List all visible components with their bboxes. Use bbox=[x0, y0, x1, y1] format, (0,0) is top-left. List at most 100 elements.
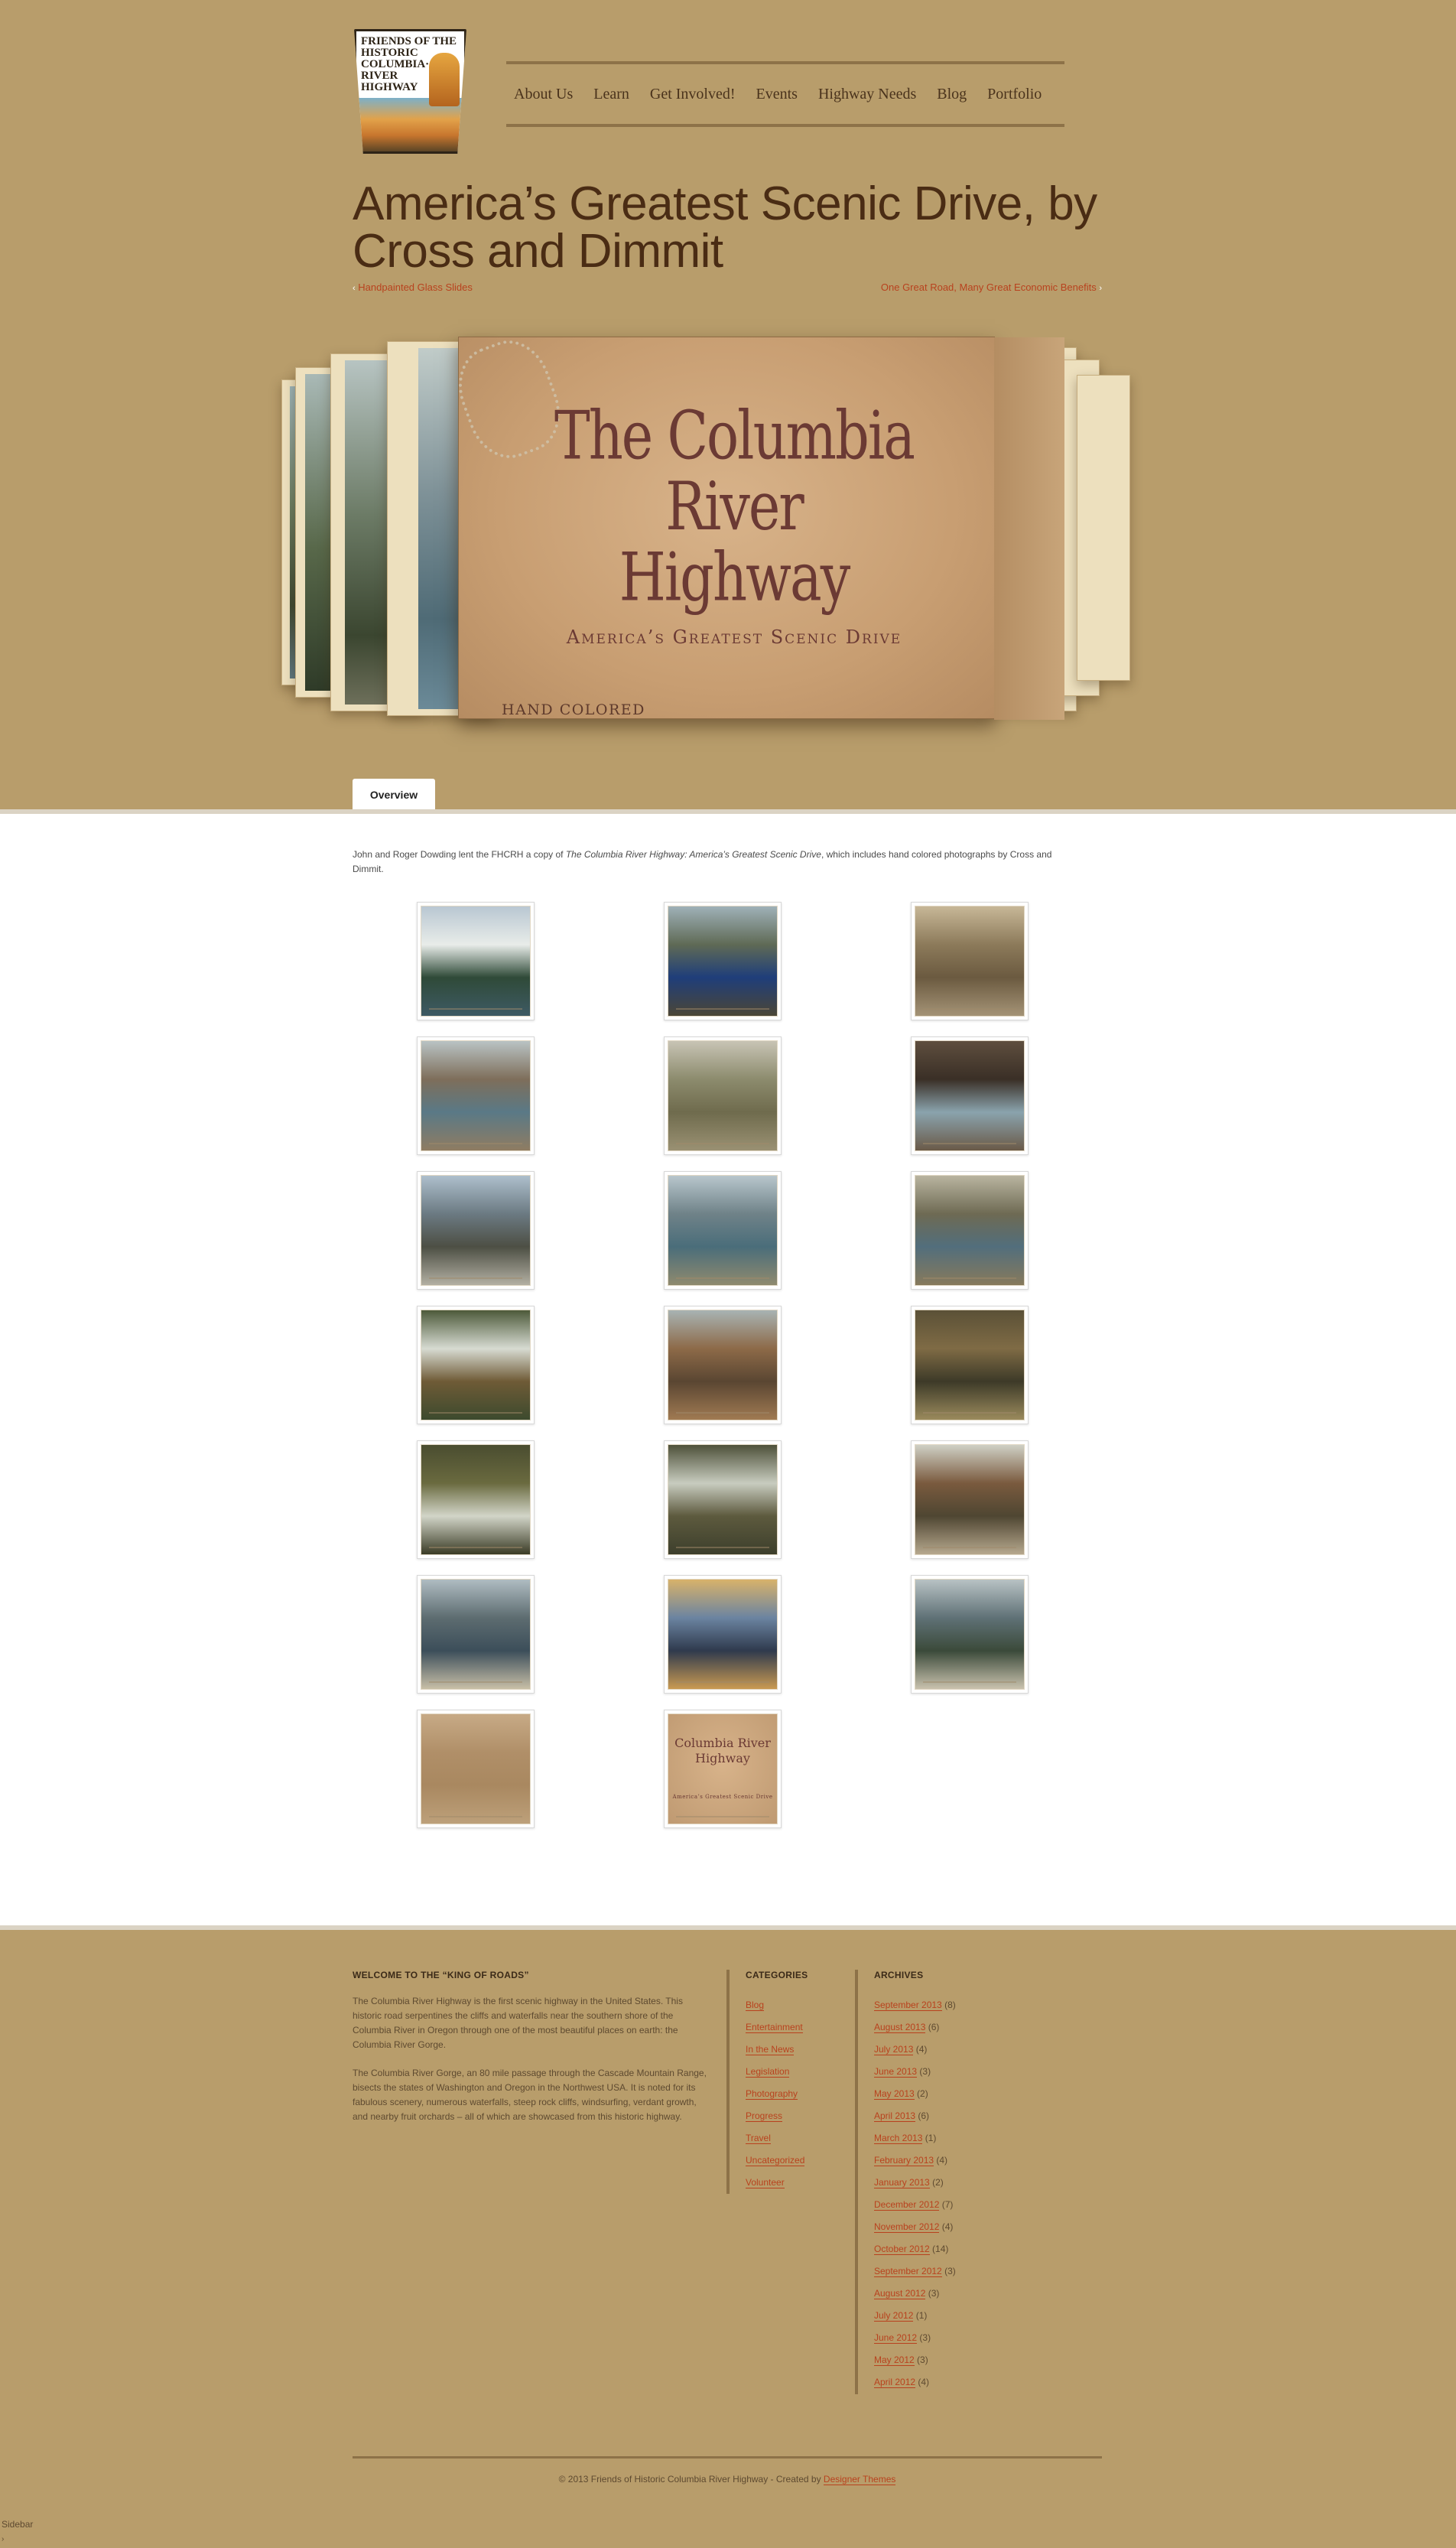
archive-count: (14) bbox=[929, 2244, 949, 2254]
footer-categories-title: CATEGORIES bbox=[746, 1970, 808, 1980]
archive-count: (4) bbox=[915, 2377, 930, 2387]
next-post-link-wrap: One Great Road, Many Great Economic Bene… bbox=[881, 281, 1102, 293]
thumbnail-image bbox=[915, 1444, 1025, 1555]
sidebar-arrow-icon: › bbox=[2, 2535, 5, 2543]
thumb-sunset-river[interactable] bbox=[664, 1575, 782, 1694]
thumbnail-image bbox=[915, 1310, 1025, 1420]
archive-link[interactable]: December 2012 bbox=[874, 2199, 940, 2211]
thumbnail-image bbox=[421, 1175, 531, 1286]
archive-link[interactable]: March 2013 bbox=[874, 2133, 923, 2144]
archive-link[interactable]: August 2013 bbox=[874, 2022, 926, 2033]
thumb-canyon-road[interactable] bbox=[664, 1306, 782, 1424]
nav-item-blog[interactable]: Blog bbox=[937, 86, 967, 103]
archive-count: (4) bbox=[934, 2155, 948, 2166]
archive-count: (3) bbox=[917, 2066, 931, 2077]
archive-link[interactable]: September 2013 bbox=[874, 2000, 942, 2011]
category-link[interactable]: Legislation bbox=[746, 2066, 790, 2078]
main-nav: About Us Learn Get Involved! Events High… bbox=[506, 61, 1064, 127]
category-link[interactable]: Blog bbox=[746, 2000, 765, 2011]
next-arrow-icon: › bbox=[1099, 284, 1102, 293]
nav-item-learn[interactable]: Learn bbox=[593, 86, 629, 103]
thumbnail-image bbox=[421, 1040, 531, 1151]
thumbnail-image bbox=[915, 1175, 1025, 1286]
footer-archives-title: ARCHIVES bbox=[874, 1970, 924, 1980]
thumbnail-image bbox=[668, 1579, 778, 1690]
archive-link[interactable]: November 2012 bbox=[874, 2221, 940, 2233]
thumb-mount-hood-lake[interactable] bbox=[417, 902, 535, 1020]
category-link[interactable]: In the News bbox=[746, 2044, 795, 2055]
nav-item-highway-needs[interactable]: Highway Needs bbox=[818, 86, 916, 103]
cover-title-line-2: Highway bbox=[619, 538, 851, 617]
archive-link[interactable]: July 2013 bbox=[874, 2044, 914, 2055]
thumb-oneonta-gorge[interactable] bbox=[911, 1306, 1029, 1424]
archive-count: (7) bbox=[939, 2199, 954, 2210]
thumb-book-cover[interactable]: Columbia River Highway America’s Greatest … bbox=[664, 1710, 782, 1828]
category-link[interactable]: Uncategorized bbox=[746, 2155, 805, 2166]
archive-link[interactable]: August 2012 bbox=[874, 2288, 926, 2299]
carousel-featured-cover[interactable]: The Columbia River Highway America’s Gre… bbox=[446, 330, 1064, 720]
archive-item: May 2012 (3) bbox=[874, 2349, 1042, 2371]
archive-item: September 2013 (8) bbox=[874, 1994, 1042, 2016]
nav-item-about-us[interactable]: About Us bbox=[514, 86, 573, 103]
archive-link[interactable]: May 2013 bbox=[874, 2088, 915, 2100]
thumb-gorge-road[interactable] bbox=[417, 1171, 535, 1290]
thumb-waterfall-3[interactable] bbox=[664, 1440, 782, 1559]
archive-link[interactable]: April 2013 bbox=[874, 2110, 916, 2122]
thumb-waterfall-1[interactable] bbox=[417, 1306, 535, 1424]
archive-item: September 2012 (3) bbox=[874, 2260, 1042, 2283]
thumb-waterfall-2[interactable] bbox=[417, 1440, 535, 1559]
archive-count: (6) bbox=[925, 2022, 940, 2032]
archive-link[interactable]: February 2013 bbox=[874, 2155, 934, 2166]
thumbnail-image bbox=[915, 906, 1025, 1017]
category-link[interactable]: Volunteer bbox=[746, 2177, 785, 2188]
archive-link[interactable]: May 2012 bbox=[874, 2354, 915, 2366]
category-link[interactable]: Travel bbox=[746, 2133, 771, 2144]
archive-link[interactable]: October 2012 bbox=[874, 2244, 930, 2255]
thumb-text-page[interactable] bbox=[417, 1710, 535, 1828]
footer-categories: CATEGORIES Blog Entertainment In the News L… bbox=[746, 1970, 853, 2194]
archive-link[interactable]: July 2012 bbox=[874, 2310, 914, 2322]
archive-count: (1) bbox=[922, 2133, 937, 2143]
image-carousel[interactable]: The Columbia River Highway America’s Gre… bbox=[281, 330, 1168, 727]
nav-item-portfolio[interactable]: Portfolio bbox=[987, 86, 1042, 103]
next-post-link[interactable]: One Great Road, Many Great Economic Bene… bbox=[881, 281, 1097, 293]
thumb-crater-lake[interactable] bbox=[664, 902, 782, 1020]
prev-post-link[interactable]: Handpainted Glass Slides bbox=[358, 281, 473, 293]
carousel-card-right-3[interactable] bbox=[1077, 375, 1130, 681]
archive-link[interactable]: April 2012 bbox=[874, 2377, 916, 2388]
footer-welcome-p2: The Columbia River Gorge, an 80 mile pas… bbox=[353, 2068, 707, 2122]
category-link[interactable]: Photography bbox=[746, 2088, 798, 2100]
archive-item: November 2012 (4) bbox=[874, 2216, 1042, 2238]
category-link[interactable]: Progress bbox=[746, 2110, 783, 2122]
sidebar-label: Sidebar bbox=[2, 2519, 34, 2530]
thumb-tunnel[interactable] bbox=[911, 1036, 1029, 1155]
thumb-viaduct-view[interactable] bbox=[417, 1575, 535, 1694]
thumb-vista-house[interactable] bbox=[911, 1575, 1029, 1694]
thumb-valley-farms[interactable] bbox=[664, 1036, 782, 1155]
category-link[interactable]: Entertainment bbox=[746, 2022, 803, 2033]
site-logo[interactable]: FRIENDS OF THE HISTORIC COLUMBIA· RIVER … bbox=[354, 29, 466, 154]
designer-themes-link[interactable]: Designer Themes bbox=[823, 2474, 896, 2485]
thumb-river-boats[interactable] bbox=[664, 1171, 782, 1290]
archive-item: February 2013 (4) bbox=[874, 2149, 1042, 2172]
archive-link[interactable]: September 2012 bbox=[874, 2266, 942, 2277]
archive-count: (6) bbox=[915, 2110, 930, 2121]
thumb-fish-wheel[interactable] bbox=[911, 1171, 1029, 1290]
prev-post-link-wrap: ‹ Handpainted Glass Slides bbox=[353, 281, 473, 293]
cover-stamp: HAND COLORED bbox=[502, 701, 645, 718]
tab-overview[interactable]: Overview bbox=[353, 779, 435, 811]
category-item: Progress bbox=[746, 2105, 853, 2127]
thumbnail-image bbox=[421, 1713, 531, 1824]
archive-link[interactable]: January 2013 bbox=[874, 2177, 930, 2188]
prev-arrow-icon: ‹ bbox=[353, 284, 356, 293]
nav-item-events[interactable]: Events bbox=[756, 86, 798, 103]
archive-link[interactable]: June 2013 bbox=[874, 2066, 918, 2078]
archive-list: September 2013 (8) August 2013 (6) July 20… bbox=[874, 1994, 1042, 2393]
thumb-rock-bluff[interactable] bbox=[417, 1036, 535, 1155]
thumb-cliff-highway[interactable] bbox=[911, 1440, 1029, 1559]
archive-link[interactable]: June 2012 bbox=[874, 2332, 918, 2344]
thumbnail-image: Columbia River Highway America’s Greatest … bbox=[668, 1713, 778, 1824]
thumb-highway-loops[interactable] bbox=[911, 902, 1029, 1020]
nav-item-get-involved[interactable]: Get Involved! bbox=[650, 86, 736, 103]
cover-title-line-1: The Columbia River bbox=[554, 396, 915, 546]
